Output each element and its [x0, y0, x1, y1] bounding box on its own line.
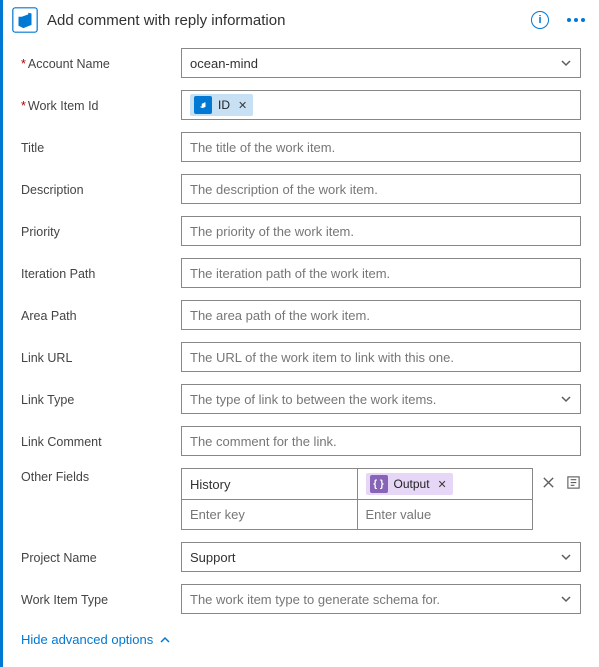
link-type-label: Link Type — [21, 391, 181, 407]
title-label: Title — [21, 139, 181, 155]
table-row: History { } Output ✕ — [182, 469, 532, 499]
other-fields-table: History { } Output ✕ Enter key Enter val… — [181, 468, 533, 530]
card-title: Add comment with reply information — [47, 12, 523, 29]
card-header: Add comment with reply information i — [3, 0, 599, 44]
other-fields-value-input[interactable]: Enter value — [357, 500, 533, 529]
azure-devops-token-icon — [194, 96, 212, 114]
account-name-label: Account Name — [21, 55, 181, 71]
token-remove-icon[interactable]: ✕ — [438, 478, 447, 491]
link-type-select[interactable]: The type of link to between the work ite… — [181, 384, 581, 414]
link-comment-input[interactable]: The comment for the link. — [181, 426, 581, 456]
token-label: Output — [394, 477, 430, 491]
table-row: Enter key Enter value — [182, 499, 532, 529]
account-name-value: ocean-mind — [190, 56, 258, 71]
azure-devops-icon — [11, 6, 39, 34]
chevron-down-icon — [560, 593, 572, 605]
iteration-path-label: Iteration Path — [21, 265, 181, 281]
info-icon[interactable]: i — [531, 11, 549, 29]
hide-advanced-link[interactable]: Hide advanced options — [21, 632, 599, 647]
other-fields-side-icons — [541, 468, 581, 490]
dynamic-content-icon: { } — [370, 475, 388, 493]
chevron-down-icon — [560, 57, 572, 69]
description-label: Description — [21, 181, 181, 197]
title-input[interactable]: The title of the work item. — [181, 132, 581, 162]
priority-label: Priority — [21, 223, 181, 239]
area-path-input[interactable]: The area path of the work item. — [181, 300, 581, 330]
link-url-input[interactable]: The URL of the work item to link with th… — [181, 342, 581, 372]
chevron-up-icon — [159, 634, 171, 646]
token-remove-icon[interactable]: ✕ — [238, 99, 247, 112]
work-item-type-select[interactable]: The work item type to generate schema fo… — [181, 584, 581, 614]
description-input[interactable]: The description of the work item. — [181, 174, 581, 204]
project-name-select[interactable]: Support — [181, 542, 581, 572]
chevron-down-icon — [560, 551, 572, 563]
work-item-type-label: Work Item Type — [21, 591, 181, 607]
link-comment-label: Link Comment — [21, 433, 181, 449]
iteration-path-input[interactable]: The iteration path of the work item. — [181, 258, 581, 288]
other-fields-key-input[interactable]: Enter key — [182, 500, 357, 529]
work-item-id-label: Work Item Id — [21, 97, 181, 113]
other-fields-label: Other Fields — [21, 468, 181, 484]
card-body: Account Name ocean-mind Work Item Id ID — [3, 44, 599, 614]
hide-advanced-label: Hide advanced options — [21, 632, 153, 647]
chevron-down-icon — [560, 393, 572, 405]
token-label: ID — [218, 98, 230, 112]
other-fields-key-cell[interactable]: History — [182, 469, 357, 499]
project-name-label: Project Name — [21, 549, 181, 565]
output-token[interactable]: { } Output ✕ — [366, 473, 453, 495]
header-actions: i — [531, 11, 589, 29]
more-menu-icon[interactable] — [563, 14, 589, 26]
account-name-select[interactable]: ocean-mind — [181, 48, 581, 78]
delete-row-icon[interactable] — [541, 475, 556, 490]
work-item-id-input[interactable]: ID ✕ — [181, 90, 581, 120]
work-item-id-token[interactable]: ID ✕ — [190, 94, 253, 116]
priority-input[interactable]: The priority of the work item. — [181, 216, 581, 246]
link-url-label: Link URL — [21, 349, 181, 365]
other-fields-value-cell[interactable]: { } Output ✕ — [357, 469, 533, 499]
text-mode-icon[interactable] — [566, 475, 581, 490]
action-card: Add comment with reply information i Acc… — [0, 0, 599, 667]
area-path-label: Area Path — [21, 307, 181, 323]
